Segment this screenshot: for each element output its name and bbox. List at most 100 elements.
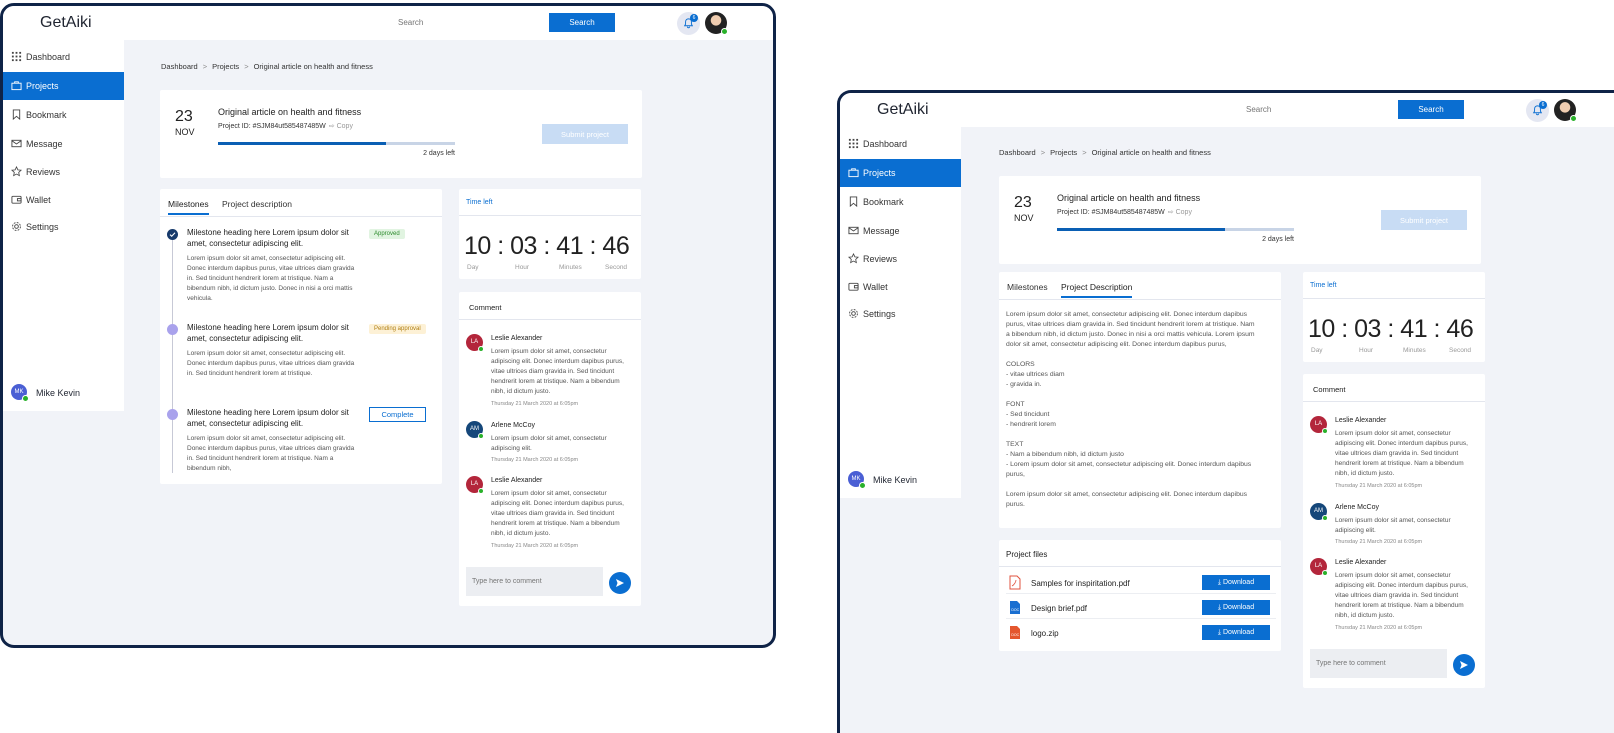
send-comment-button[interactable] (609, 572, 631, 594)
tab-milestones[interactable]: Milestones (1007, 282, 1048, 296)
days-left: 2 days left (1262, 236, 1294, 243)
sidebar-item-settings[interactable]: Settings (840, 300, 961, 328)
project-date-day: 23 (175, 108, 193, 125)
send-icon (616, 579, 624, 587)
project-id: Project ID: #SJM84ut585487485W ⇨ Copy (218, 122, 353, 130)
submit-project-button[interactable]: Submit project (1381, 210, 1467, 230)
grid-icon (11, 51, 22, 62)
comment-input[interactable] (466, 567, 603, 596)
download-button[interactable]: ⤓ Download (1202, 575, 1270, 590)
sidebar-item-wallet[interactable]: Wallet (840, 273, 961, 301)
sidebar-item-dashboard[interactable]: Dashboard (3, 43, 124, 71)
comment-item: LA Leslie Alexander Lorem ipsum dolor si… (1310, 416, 1482, 492)
tab-milestones[interactable]: Milestones (168, 199, 209, 215)
divider (459, 215, 641, 216)
online-status-dot (1322, 428, 1328, 434)
breadcrumb-dashboard[interactable]: Dashboard (161, 62, 198, 71)
breadcrumb: Dashboard > Projects > Original article on h… (161, 62, 373, 71)
search-button[interactable]: Search (549, 13, 615, 32)
download-label: Download (1222, 578, 1255, 586)
commenter-name: Leslie Alexander (491, 477, 543, 484)
download-button[interactable]: ⤓ Download (1202, 600, 1270, 615)
notification-button[interactable]: 6 (1526, 99, 1549, 122)
copy-link[interactable]: ⇨ Copy (329, 123, 353, 130)
milestone-status-dot (167, 324, 178, 335)
submit-project-button[interactable]: Submit project (542, 124, 628, 144)
comment-timestamp: Thursday 21 March 2020 at 6:05pm (491, 543, 579, 549)
milestone-status-dot (167, 229, 178, 240)
sidebar-item-message[interactable]: Message (3, 130, 124, 158)
sidebar-item-label: Reviews (26, 167, 61, 177)
sidebar-item-message[interactable]: Message (840, 217, 961, 245)
sidebar-item-bookmark[interactable]: Bookmark (840, 188, 961, 216)
mail-icon (848, 226, 859, 235)
breadcrumb-current: Original article on health and fitness (253, 62, 373, 71)
sidebar-item-label: Wallet (26, 195, 51, 205)
online-status-dot (721, 28, 728, 35)
search-input[interactable] (388, 13, 556, 32)
milestone-status-dot (167, 409, 178, 420)
countdown-label-day: Day (1311, 347, 1323, 354)
project-files-title: Project files (1006, 550, 1048, 559)
tab-project-description[interactable]: Project description (222, 199, 292, 213)
download-icon: ⤓ (1217, 628, 1221, 636)
search-button[interactable]: Search (1398, 100, 1464, 119)
divider (459, 319, 641, 320)
star-icon (848, 253, 859, 264)
sidebar-item-reviews[interactable]: Reviews (840, 245, 961, 273)
sidebar-item-label: Wallet (863, 282, 888, 292)
tab-divider (999, 299, 1281, 300)
breadcrumb-dashboard[interactable]: Dashboard (999, 148, 1036, 157)
download-icon: ⤓ (1217, 603, 1221, 611)
breadcrumb-projects[interactable]: Projects (212, 62, 239, 71)
project-date-day: 23 (1014, 194, 1032, 211)
tab-project-description[interactable]: Project Description (1061, 282, 1133, 298)
send-comment-button[interactable] (1453, 654, 1475, 676)
check-icon (169, 232, 176, 237)
sidebar-item-bookmark[interactable]: Bookmark (3, 101, 124, 129)
breadcrumb: Dashboard > Projects > Original article on h… (999, 148, 1211, 157)
sidebar-item-reviews[interactable]: Reviews (3, 158, 124, 186)
online-status-dot (22, 395, 29, 402)
file-name: logo.zip (1031, 629, 1059, 638)
complete-button[interactable]: Complete (369, 407, 426, 422)
top-bar: GetAiki Search 6 (840, 93, 1614, 127)
sidebar-item-projects[interactable]: Projects (3, 72, 124, 100)
comment-input[interactable] (1310, 649, 1447, 678)
countdown-label-second: Second (605, 264, 628, 271)
online-status-dot (1570, 115, 1577, 122)
status-badge: Approved (369, 229, 405, 239)
sidebar-item-dashboard[interactable]: Dashboard (840, 130, 961, 158)
sidebar-item-settings[interactable]: Settings (3, 213, 124, 241)
commenter-name: Arlene McCoy (1335, 504, 1379, 511)
countdown-label-hour: Hour (1359, 347, 1374, 354)
milestone-body: Lorem ipsum dolor sit amet, consectetur … (187, 435, 355, 472)
gear-icon (12, 222, 21, 231)
download-icon: ⤓ (1217, 578, 1221, 586)
breadcrumb-current: Original article on health and fitness (1091, 148, 1211, 157)
search-input[interactable] (1236, 100, 1404, 119)
sidebar-item-projects[interactable]: Projects (840, 159, 961, 187)
zip-file-icon: DOC (1010, 626, 1020, 639)
breadcrumb-projects[interactable]: Projects (1050, 148, 1077, 157)
commenter-name: Arlene McCoy (491, 422, 535, 429)
chevron-right-icon: > (1040, 148, 1046, 157)
comment-timestamp: Thursday 21 March 2020 at 6:05pm (491, 401, 579, 407)
countdown-label-second: Second (1449, 347, 1472, 354)
sidebar-item-wallet[interactable]: Wallet (3, 186, 124, 214)
sidebar-item-label: Bookmark (863, 197, 904, 207)
project-title: Original article on health and fitness (1057, 193, 1201, 203)
file-row: Samples for inspiritation.pdf ⤓ Download (1006, 572, 1276, 594)
copy-link[interactable]: ⇨ Copy (1168, 209, 1192, 216)
sidebar-profile[interactable]: MK Mike Kevin (11, 384, 121, 404)
download-button[interactable]: ⤓ Download (1202, 625, 1270, 640)
wallet-icon (11, 195, 22, 204)
comment-timestamp: Thursday 21 March 2020 at 6:05pm (1335, 625, 1423, 631)
notification-button[interactable]: 6 (677, 12, 700, 35)
sidebar-profile[interactable]: MK Mike Kevin (848, 471, 958, 491)
briefcase-icon (11, 81, 22, 91)
project-description-text: Lorem ipsum dolor sit amet, consectetur … (1006, 311, 1255, 508)
sidebar-item-label: Bookmark (26, 110, 67, 120)
comment-text: Lorem ipsum dolor sit amet, consectetur … (491, 348, 624, 395)
copy-label: Copy (336, 123, 353, 130)
